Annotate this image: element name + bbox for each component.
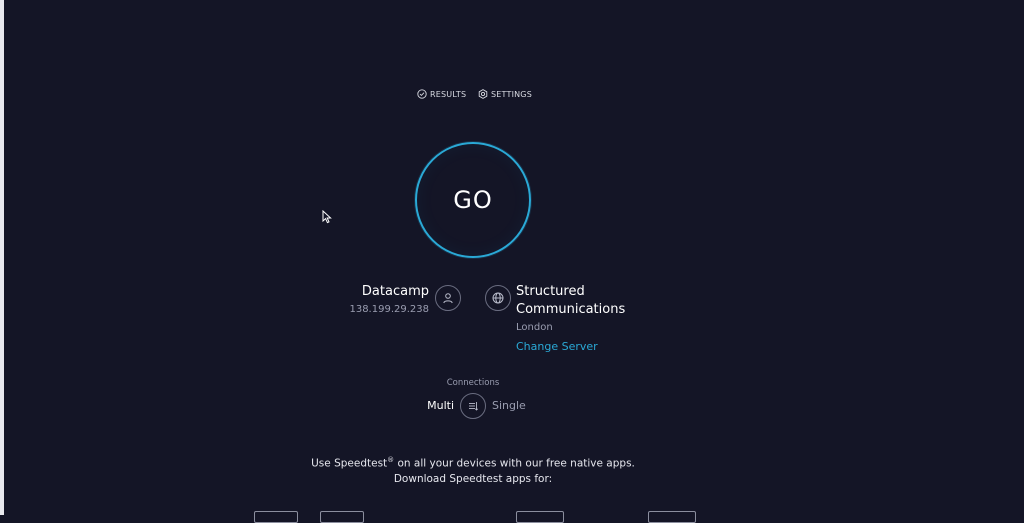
server-location: London — [516, 322, 553, 333]
gear-icon — [478, 89, 488, 99]
connections-toggle-icon — [469, 402, 479, 411]
connections-single-option[interactable]: Single — [492, 399, 526, 412]
check-circle-icon — [417, 89, 427, 99]
promo-prefix: Use Speedtest — [311, 457, 388, 470]
server-name: Structured Communications — [516, 284, 626, 317]
connections-label: Connections — [446, 378, 500, 388]
connections-toggle-button[interactable] — [460, 393, 486, 419]
settings-label: SETTINGS — [491, 89, 532, 99]
app-tile[interactable] — [254, 511, 298, 523]
change-server-link[interactable]: Change Server — [516, 340, 598, 353]
top-nav: RESULTS SETTINGS — [0, 86, 1024, 102]
app-tile[interactable] — [320, 511, 364, 523]
go-button[interactable]: GO — [415, 142, 531, 258]
isp-name: Datacamp — [361, 284, 429, 299]
app-tile[interactable] — [516, 511, 564, 523]
promo-text: Use Speedtest® on all your devices with … — [0, 456, 946, 470]
isp-ip-address: 138.199.29.238 — [349, 304, 429, 315]
go-label: GO — [453, 186, 493, 214]
globe-icon — [485, 285, 511, 311]
mouse-cursor-icon — [322, 210, 332, 224]
user-icon — [435, 285, 461, 311]
settings-link[interactable]: SETTINGS — [478, 86, 532, 102]
promo-suffix: on all your devices with our free native… — [394, 457, 635, 470]
app-tile[interactable] — [648, 511, 696, 523]
results-label: RESULTS — [430, 89, 467, 99]
window-left-edge — [0, 0, 4, 515]
connections-multi-option[interactable]: Multi — [427, 399, 454, 412]
download-apps-text: Download Speedtest apps for: — [393, 473, 553, 485]
results-link[interactable]: RESULTS — [417, 86, 466, 102]
